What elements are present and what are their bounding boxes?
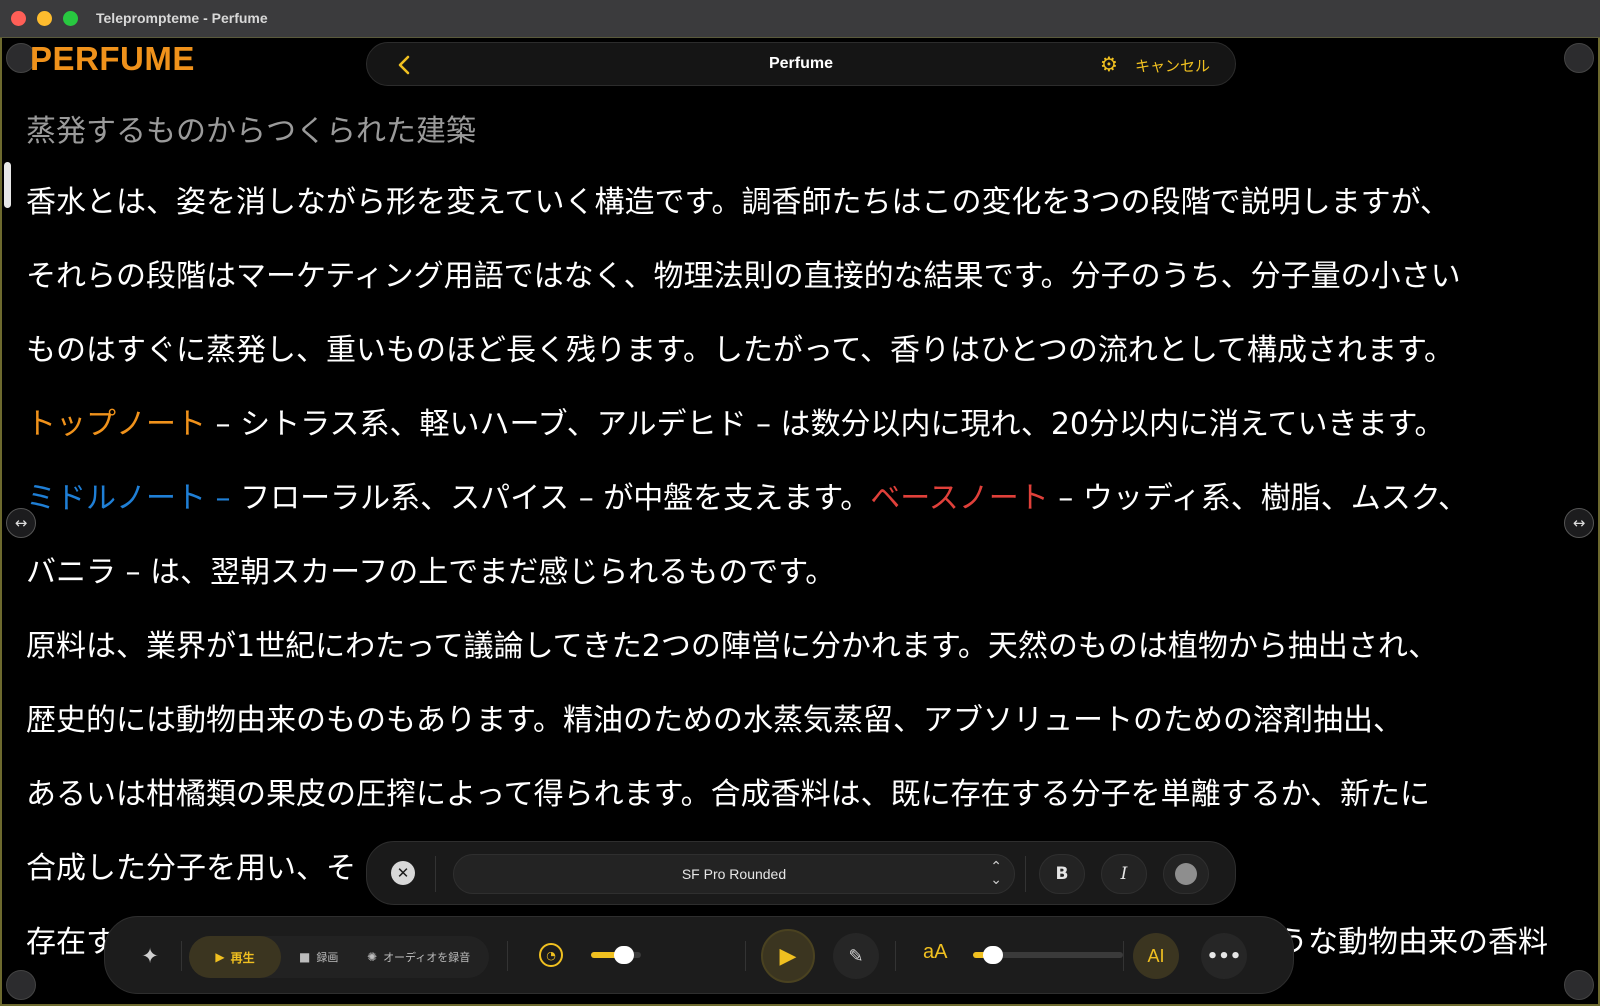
script-line: あるいは柑橘類の果皮の圧搾によって得られます。合成香料は、既に存在する分子を単離…	[26, 777, 1430, 812]
top-nav-bar: Perfume ⚙ キャンセル	[366, 42, 1236, 86]
pencil-icon: ✎	[848, 945, 864, 967]
script-line: 歴史的には動物由来のものもあります。精油のための水蒸気蒸留、アブソリュートのため…	[26, 703, 1403, 738]
frame-border-left	[0, 38, 2, 1006]
close-format-bar-button[interactable]: ✕	[391, 861, 415, 885]
font-selector[interactable]: SF Pro Rounded ⌃ ⌄	[453, 854, 1015, 894]
edit-script-button[interactable]: ✎	[833, 933, 879, 979]
format-toolbar: ✕ SF Pro Rounded ⌃ ⌄ B I	[366, 841, 1236, 905]
window-title: Teleprompteme - Perfume	[96, 10, 268, 26]
speed-slider[interactable]	[591, 946, 641, 964]
divider	[1025, 856, 1026, 892]
bold-button[interactable]: B	[1039, 854, 1085, 894]
italic-button[interactable]: I	[1101, 854, 1147, 894]
script-line: トップノート – シトラス系、軽いハーブ、アルデヒド – は数分以内に現れ、20…	[26, 388, 1566, 462]
play-icon: ▶	[779, 943, 797, 969]
divider	[1123, 941, 1124, 971]
record-video-tab[interactable]: ■ 録画	[299, 936, 338, 978]
base-note-highlight: ベースノート	[870, 481, 1049, 516]
font-size-slider-knob[interactable]	[983, 946, 1004, 964]
ellipsis-icon: •••	[1206, 945, 1242, 967]
font-name: SF Pro Rounded	[681, 866, 787, 882]
speed-gauge-icon: ◔	[539, 943, 563, 967]
divider	[507, 941, 508, 971]
app-logo: PERFUME	[30, 40, 195, 77]
mode-segmented-control: ▶ 再生 ■ 録画 ✺ オーディオを録音	[189, 936, 489, 978]
cancel-button[interactable]: キャンセル	[1135, 55, 1210, 76]
script-text-segment: 存在す	[26, 925, 116, 960]
speed-slider-knob[interactable]	[613, 946, 634, 964]
resize-handle-top-right[interactable]	[1564, 43, 1594, 73]
arrows-horizontal-icon: ↔	[1572, 514, 1586, 532]
play-button[interactable]: ▶	[761, 929, 815, 983]
gear-icon[interactable]: ⚙	[1100, 52, 1118, 76]
font-size-icon: aA	[923, 941, 948, 963]
playback-control-bar: ✦ ▶ 再生 ■ 録画 ✺ オーディオを録音 ◔ ▶ ✎ aA AI •••	[104, 916, 1294, 994]
color-swatch	[1175, 863, 1197, 885]
more-options-button[interactable]: •••	[1201, 933, 1247, 979]
script-text-segment: フローラル系、スパイス – が中盤を支えます。	[230, 481, 871, 516]
text-color-button[interactable]	[1163, 854, 1209, 894]
script-line: 香水とは、姿を消しながら形を変えていく構造です。調香師たちはこの変化を3つの段階…	[26, 185, 1450, 220]
resize-handle-bottom-right[interactable]	[1564, 970, 1594, 1000]
close-window-button[interactable]	[11, 11, 26, 26]
divider	[895, 941, 896, 971]
resize-handle-right[interactable]: ↔	[1564, 508, 1594, 538]
play-icon: ▶	[215, 950, 225, 964]
play-mode-label: 再生	[230, 950, 255, 965]
script-line: それらの段階はマーケティング用語ではなく、物理法則の直接的な結果です。分子のうち…	[26, 259, 1461, 294]
ai-assistant-button[interactable]: AI	[1133, 933, 1179, 979]
divider	[181, 941, 182, 971]
close-icon: ✕	[396, 864, 410, 882]
middle-note-highlight: ミドルノート –	[26, 481, 231, 516]
video-camera-icon: ■	[299, 950, 311, 964]
record-audio-tab[interactable]: ✺ オーディオを録音	[367, 936, 470, 978]
zoom-window-button[interactable]	[63, 11, 78, 26]
chevron-up-down-icon: ⌃ ⌄	[990, 859, 1002, 888]
script-heading: 蒸発するものからつくられた建築	[26, 114, 476, 149]
window-titlebar: Teleprompteme - Perfume	[0, 0, 1600, 38]
record-video-label: 録画	[316, 951, 339, 964]
top-note-highlight: トップノート	[26, 407, 206, 442]
script-line: ミドルノート – フローラル系、スパイス – が中盤を支えます。ベースノート –…	[26, 462, 1566, 536]
script-text-segment: – シトラス系、軽いハーブ、アルデヒド – は数分以内に現れ、20分以内に消えて…	[206, 407, 1445, 442]
minimize-window-button[interactable]	[37, 11, 52, 26]
script-line: ものはすぐに蒸発し、重いものほど長く残ります。したがって、香りはひとつの流れとし…	[26, 333, 1454, 368]
divider	[745, 941, 746, 971]
script-text-segment: – ウッディ系、樹脂、ムスク、	[1048, 481, 1469, 516]
waveform-icon: ✺	[367, 950, 378, 964]
magic-wand-icon: ✦	[141, 944, 159, 968]
record-audio-label: オーディオを録音	[383, 951, 471, 964]
script-line: バニラ – は、翌朝スカーフの上でまだ感じられるものです。	[26, 555, 836, 590]
script-line: 原料は、業界が1世紀にわたって議論してきた2つの陣営に分かれます。天然のものは植…	[26, 629, 1439, 664]
magic-wand-button[interactable]: ✦	[133, 939, 167, 973]
font-size-slider[interactable]	[973, 946, 1123, 964]
scroll-position-indicator[interactable]	[4, 162, 11, 208]
play-mode-tab[interactable]: ▶ 再生	[189, 936, 281, 978]
divider	[435, 856, 436, 892]
